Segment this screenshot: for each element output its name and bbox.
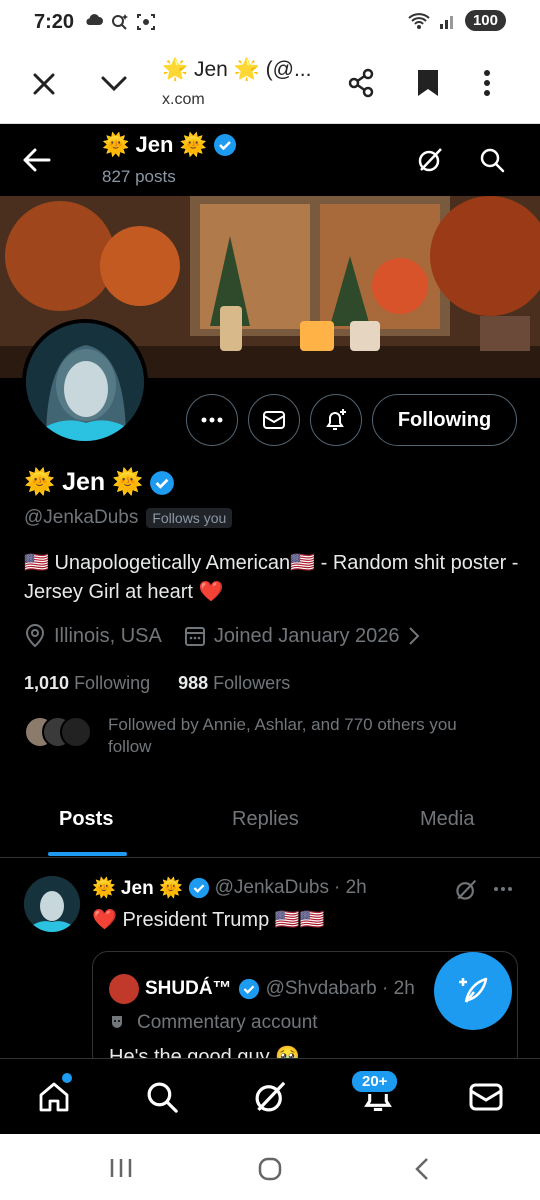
search-icon[interactable] <box>144 1079 180 1115</box>
compose-post-button[interactable] <box>434 952 512 1030</box>
follows-you-badge: Follows you <box>146 508 233 528</box>
verified-badge-icon <box>213 134 236 156</box>
grok-icon[interactable] <box>416 146 444 174</box>
followers-count: 988 <box>178 673 209 693</box>
profile-bio: 🇺🇸 Unapologetically American🇺🇸 - Random … <box>24 552 519 603</box>
envelope-icon[interactable] <box>468 1079 504 1115</box>
chevron-right-icon[interactable] <box>408 626 420 646</box>
bottom-navigation: 20+ <box>0 1058 540 1134</box>
tweet-header: 🌞 Jen 🌞 @JenkaDubs · 2h <box>92 876 367 900</box>
more-vertical-icon[interactable] <box>482 68 492 98</box>
quote-header: SHUDÁ™ @Shvdabarb · 2h <box>109 974 415 1004</box>
grok-icon[interactable] <box>252 1079 288 1115</box>
more-options-button[interactable] <box>186 394 238 446</box>
signal-icon <box>439 15 453 29</box>
status-bar: 7:20 100 <box>0 0 540 46</box>
notifications-badge: 20+ <box>350 1069 400 1094</box>
back-arrow-icon[interactable] <box>22 146 52 174</box>
system-navigation-bar <box>0 1134 540 1200</box>
followed-by-row[interactable]: Followed by Annie, Ashlar, and 770 other… <box>24 714 500 758</box>
profile-handle: @JenkaDubs <box>24 507 139 528</box>
chevron-down-icon[interactable] <box>100 74 128 94</box>
grok-icon[interactable] <box>454 878 478 902</box>
search-icon[interactable] <box>478 146 506 174</box>
status-icons <box>84 12 156 32</box>
location-pin-icon <box>25 624 45 648</box>
calendar-icon <box>184 627 205 646</box>
active-tab-indicator <box>48 852 127 856</box>
quote-author-name: SHUDÁ™ <box>145 978 232 999</box>
profile-name: 🌞 Jen 🌞 <box>24 468 144 496</box>
profile-name-row: 🌞 Jen 🌞 <box>24 468 175 497</box>
profile-joined: Joined January 2026 <box>213 624 400 647</box>
more-horizontal-icon <box>201 417 223 423</box>
tab-replies[interactable]: Replies <box>232 808 299 831</box>
tab-media[interactable]: Media <box>420 808 474 831</box>
verified-badge-icon <box>238 978 259 1000</box>
theater-masks-icon <box>112 1016 122 1028</box>
home-circle-icon[interactable] <box>257 1156 283 1182</box>
quote-author-handle: @Shvdabarb · 2h <box>265 978 415 999</box>
profile-tabs: Posts Replies Media <box>0 790 540 858</box>
following-button[interactable]: Following <box>372 394 517 446</box>
profile-meta: Illinois, USA Joined January 2026 <box>24 624 420 648</box>
tweet-author-name[interactable]: 🌞 Jen 🌞 <box>92 876 183 900</box>
more-horizontal-icon[interactable] <box>492 878 514 900</box>
followers-stat[interactable]: 988 Followers <box>178 673 290 694</box>
share-icon[interactable] <box>346 68 376 98</box>
quote-label-text: Commentary account <box>137 1012 318 1033</box>
profile-avatar[interactable] <box>22 319 148 445</box>
wifi-icon <box>408 12 430 29</box>
handle-row: @JenkaDubs Follows you <box>24 507 233 529</box>
notifications-subscribe-button[interactable] <box>310 394 362 446</box>
bookmark-icon[interactable] <box>416 68 440 98</box>
header-name: 🌞 Jen 🌞 <box>102 132 207 157</box>
quote-account-label: Commentary account <box>109 1012 318 1034</box>
tweet-text: ❤️ President Trump 🇺🇸🇺🇸 <box>92 909 325 931</box>
verified-badge-icon <box>188 877 209 899</box>
quote-avatar <box>109 974 139 1004</box>
tab-posts[interactable]: Posts <box>59 808 113 831</box>
browser-toolbar: 🌟 Jen 🌟 (@... x.com <box>0 46 540 124</box>
envelope-icon <box>263 411 285 429</box>
browser-url[interactable]: x.com <box>162 91 205 109</box>
following-stat[interactable]: 1,010 Following <box>24 673 150 694</box>
verified-badge-icon <box>150 470 175 495</box>
bell-plus-icon <box>326 409 346 430</box>
status-right: 100 <box>407 10 506 31</box>
avatar-photo <box>26 323 144 441</box>
tweet-time: · 2h <box>333 877 367 898</box>
profile-header-bar: 🌞 Jen 🌞 827 posts <box>0 124 540 196</box>
screenshot-icon <box>137 14 155 30</box>
home-new-indicator <box>62 1073 72 1083</box>
following-count: 1,010 <box>24 673 70 693</box>
tweet-avatar[interactable] <box>24 876 80 932</box>
status-time: 7:20 <box>34 11 75 33</box>
follow-stats: 1,010 Following 988 Followers <box>24 673 290 694</box>
following-label: Following <box>74 673 151 693</box>
browser-tab-title: 🌟 Jen 🌟 (@... <box>162 58 312 81</box>
tweet-avatar-photo <box>24 876 80 932</box>
search-sparkle-icon <box>112 14 128 30</box>
compose-feather-icon <box>459 977 488 1003</box>
message-button[interactable] <box>248 394 300 446</box>
battery-indicator: 100 <box>464 10 506 31</box>
followed-by-avatars <box>24 714 94 750</box>
close-icon[interactable] <box>30 70 58 98</box>
followers-label: Followers <box>213 673 291 693</box>
cloud-icon <box>86 14 103 25</box>
tweet-author-handle[interactable]: @JenkaDubs <box>215 877 329 899</box>
home-icon[interactable] <box>36 1079 72 1115</box>
back-chevron-icon[interactable] <box>412 1156 432 1182</box>
avatar <box>60 716 92 748</box>
header-name-row: 🌞 Jen 🌞 <box>102 132 237 158</box>
followed-by-text: Followed by Annie, Ashlar, and 770 other… <box>108 715 457 756</box>
profile-location: Illinois, USA <box>54 624 162 647</box>
recent-apps-icon[interactable] <box>108 1156 134 1180</box>
header-posts-count: 827 posts <box>102 167 176 186</box>
